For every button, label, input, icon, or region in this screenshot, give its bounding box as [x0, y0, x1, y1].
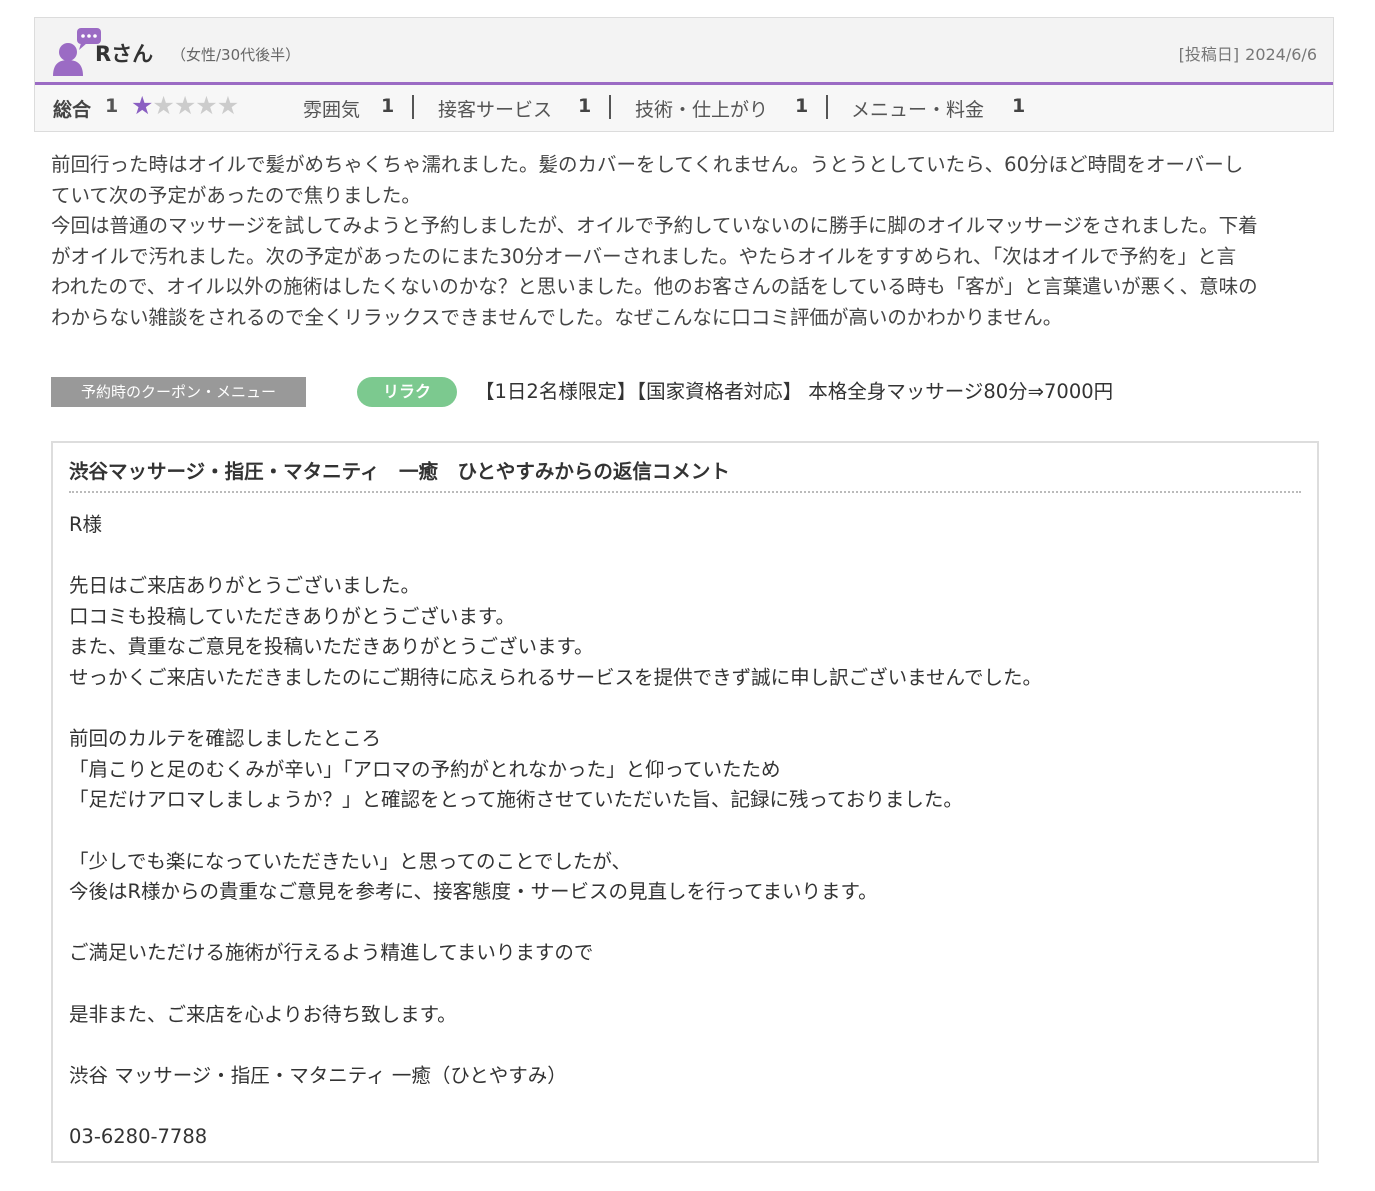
reply-line [69, 694, 1299, 725]
reply-divider [69, 491, 1301, 493]
reply-line: 03-6280-7788 [69, 1124, 208, 1148]
rating-divider [609, 95, 611, 119]
post-date: [投稿日] 2024/6/6 [1179, 41, 1317, 65]
reply-line [69, 541, 1299, 572]
coupon-menu-link[interactable]: 【1日2名様限定】【国家資格者対応】 本格全身マッサージ80分⇒7000円 [475, 378, 1113, 406]
reply-line [69, 969, 1299, 1000]
rating-technique-value: 1 [795, 95, 809, 117]
star-filled-icon: ★ [131, 91, 153, 120]
rating-menu-price-value: 1 [1012, 95, 1026, 117]
review-header: Rさん （女性/30代後半） [投稿日] 2024/6/6 [35, 18, 1333, 85]
star-empty-icon: ★ [216, 91, 239, 120]
review-text-line: わからない雑談をされるので全くリラックスできませんでした。なぜこんなに口コミ評価… [51, 305, 1063, 329]
rating-menu-price-label: メニュー・料金 [851, 99, 985, 121]
star-empty-icon: ★ [195, 91, 217, 120]
review-text-line: ていて次の予定があったので焦りました。 [51, 183, 421, 207]
reply-line [69, 816, 1299, 847]
total-rating-label: 総合 [53, 99, 92, 121]
coupon-menu-tag: 予約時のクーポン・メニュー [51, 377, 306, 407]
reply-line: 今後はR様からの貴重なご意見を参考に、接客態度・サービスの見直しを行ってまいりま… [69, 880, 878, 904]
reply-line: 「肩こりと足のむくみが辛い」「アロマの予約がとれなかった」と仰っていたため [69, 757, 781, 781]
coupon-row: 予約時のクーポン・メニュー リラク 【1日2名様限定】【国家資格者対応】 本格全… [51, 377, 1331, 407]
reply-text: R様 先日はご来店ありがとうございました。 口コミも投稿していただきありがとうご… [69, 510, 1299, 1152]
rating-technique-label: 技術・仕上がり [635, 99, 769, 121]
rating-atmosphere-label: 雰囲気 [303, 99, 361, 121]
user-attributes: （女性/30代後半） [171, 46, 301, 64]
reply-line: 先日はご来店ありがとうございました。 [69, 574, 421, 598]
review-text: 前回行った時はオイルで髪がめちゃくちゃ濡れました。髪のカバーをしてくれません。う… [51, 150, 1326, 333]
review-text-line: われたので、オイル以外の施術はしたくないのかな？と思いました。他のお客さんの話を… [51, 275, 1258, 298]
rating-divider [412, 95, 414, 119]
reply-line: 是非また、ご来店を心よりお待ち致します。 [69, 1002, 457, 1026]
rating-divider [826, 95, 828, 119]
total-rating-value: 1 [105, 95, 119, 117]
rating-atmosphere-value: 1 [381, 95, 395, 117]
review-text-line: がオイルで汚れました。次の予定があったのにまた30分オーバーされました。やたらオ… [51, 244, 1237, 268]
reply-line: ご満足いただける施術が行えるよう精進してまいりますので [69, 941, 594, 965]
rating-service-label: 接客サービス [438, 99, 553, 121]
review-text-line: 今回は普通のマッサージを試してみようと予約しましたが、オイルで予約していないのに… [51, 214, 1258, 237]
reply-title: 渋谷マッサージ・指圧・マタニティ 一癒 ひとやすみからの返信コメント [69, 460, 730, 483]
reply-line: 渋谷 マッサージ・指圧・マタニティ 一癒（ひとやすみ） [69, 1063, 567, 1087]
reply-line [69, 1030, 1299, 1061]
star-rating: ★★★★★ [131, 91, 239, 120]
reply-line: また、貴重なご意見を投稿いただきありがとうございます。 [69, 635, 594, 659]
reply-line: 口コミも投稿していただきありがとうございます。 [69, 604, 515, 628]
star-empty-icon: ★ [152, 91, 174, 120]
reply-line [69, 908, 1299, 939]
review-text-line: 前回行った時はオイルで髪がめちゃくちゃ濡れました。髪のカバーをしてくれません。う… [51, 153, 1244, 176]
star-empty-icon: ★ [173, 91, 196, 120]
user-speech-icon [53, 28, 101, 76]
post-date-label: [投稿日] [1178, 45, 1240, 64]
rating-row: 総合 1 ★★★★★ 雰囲気 1 接客サービス 1 技術・仕上がり 1 メニュー… [35, 85, 1333, 131]
post-date-value: 2024/6/6 [1245, 45, 1317, 64]
reply-line: 「足だけアロマしましょうか？」と確認をとって施術させていただいた旨、記録に残って… [69, 788, 963, 812]
reply-line: 「少しでも楽になっていただきたい」と思ってのことでしたが、 [69, 849, 631, 873]
rating-service-value: 1 [578, 95, 592, 117]
review-card: Rさん （女性/30代後半） [投稿日] 2024/6/6 総合 1 ★★★★★ … [34, 17, 1334, 132]
user-name: Rさん [95, 42, 154, 66]
reply-line [69, 1091, 1299, 1122]
reply-line: R様 [69, 513, 103, 536]
reply-line: 前回のカルテを確認しましたところ [69, 727, 382, 751]
reply-line: せっかくご来店いただきましたのにご期待に応えられるサービスを提供できず誠に申し訳… [69, 665, 1043, 689]
relax-category-badge: リラク [357, 377, 457, 407]
shop-reply-box: 渋谷マッサージ・指圧・マタニティ 一癒 ひとやすみからの返信コメント R様 先日… [51, 441, 1319, 1163]
